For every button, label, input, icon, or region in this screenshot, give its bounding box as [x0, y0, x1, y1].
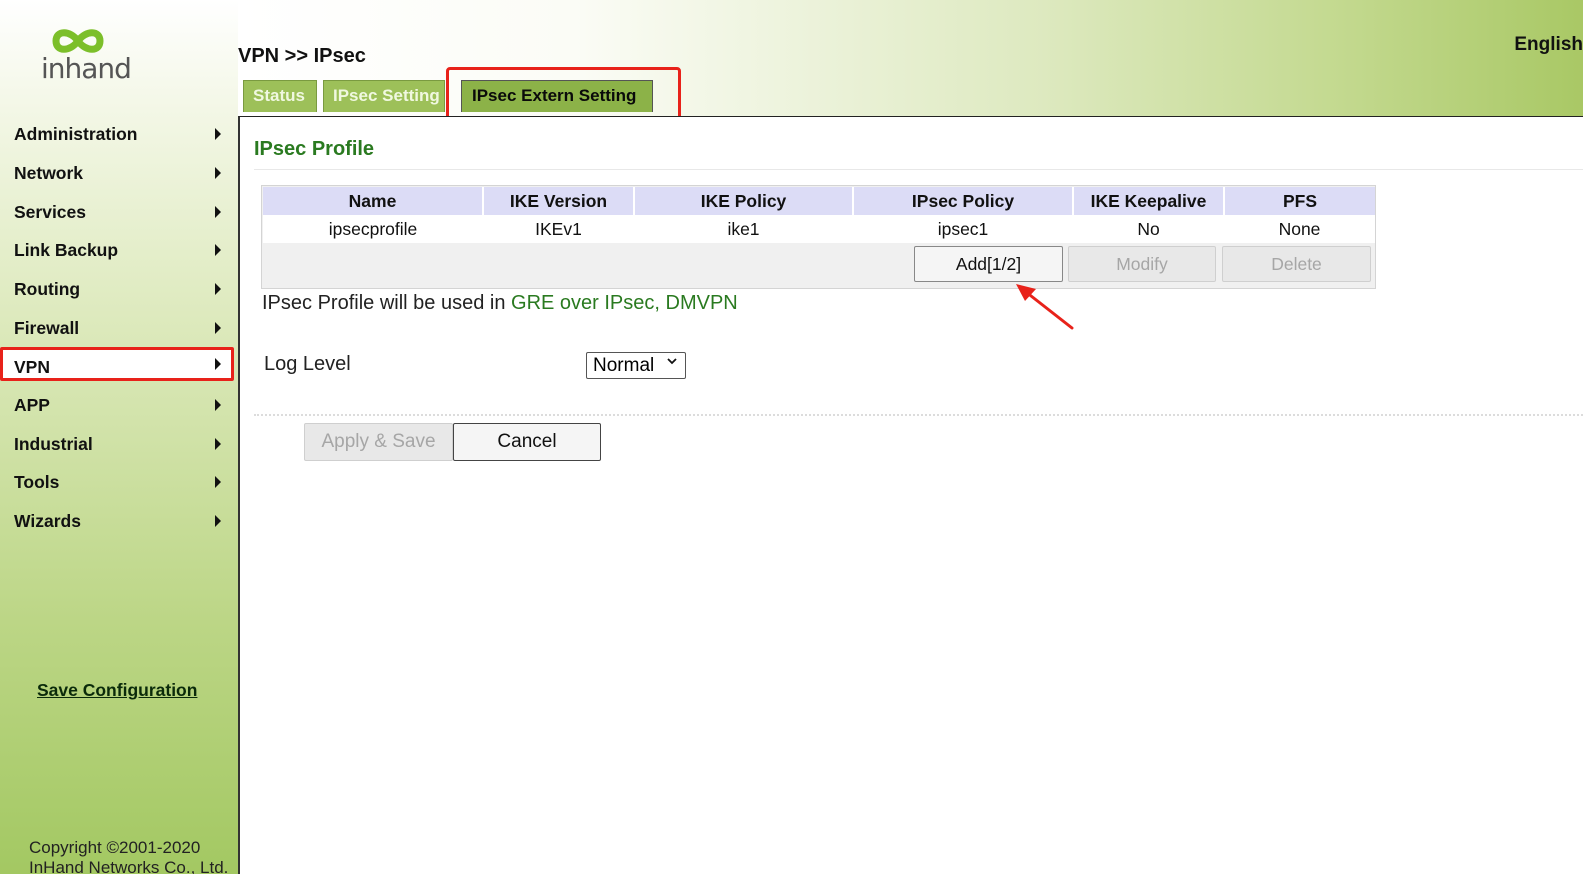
column-header: IKE Keepalive — [1073, 187, 1225, 215]
tab-ipsec-setting[interactable]: IPsec Setting — [323, 80, 445, 112]
sidebar-item-wizards[interactable]: Wizards — [0, 503, 234, 539]
copyright: Copyright ©2001-2020 InHand Networks Co.… — [29, 838, 228, 874]
caret-right-icon — [215, 167, 221, 179]
table-cell: ipsecprofile — [263, 215, 483, 243]
log-level-value: Normal — [593, 355, 655, 376]
caret-right-icon — [215, 438, 221, 450]
apply-save-button[interactable]: Apply & Save — [304, 423, 453, 461]
sidebar-item-label: Network — [14, 163, 84, 183]
table-cell: None — [1224, 215, 1375, 243]
column-header: IPsec Policy — [853, 187, 1074, 215]
column-header: Name — [263, 187, 484, 215]
column-header: IKE Policy — [634, 187, 854, 215]
table-cell: No — [1073, 215, 1224, 243]
language-selector[interactable]: English — [1514, 34, 1583, 56]
sidebar-item-label: Link Backup — [14, 240, 119, 260]
sidebar-item-label: Routing — [14, 279, 81, 299]
sidebar-item-label: Services — [14, 202, 87, 222]
tab-ipsec-extern-setting[interactable]: IPsec Extern Setting — [461, 80, 653, 112]
log-level-label: Log Level — [264, 353, 351, 375]
caret-right-icon — [215, 399, 221, 411]
table-cell: ipsec1 — [853, 215, 1073, 243]
sidebar-item-services[interactable]: Services — [0, 194, 234, 230]
column-header: IKE Version — [483, 187, 635, 215]
sidebar: inhand Administration Network Services L… — [0, 0, 238, 874]
caret-right-icon — [215, 358, 221, 370]
add-button[interactable]: Add[1/2] — [914, 246, 1063, 282]
sidebar-item-label: Wizards — [14, 511, 81, 531]
table-header-row: Name IKE Version IKE Policy IPsec Policy… — [263, 187, 1375, 215]
caret-right-icon — [215, 206, 221, 218]
brand-logo: inhand — [38, 24, 134, 96]
profile-table: Name IKE Version IKE Policy IPsec Policy… — [263, 187, 1375, 243]
column-header: PFS — [1224, 187, 1375, 215]
logo-text: inhand — [41, 52, 132, 85]
sidebar-item-firewall[interactable]: Firewall — [0, 310, 234, 346]
sidebar-item-label: APP — [14, 395, 50, 415]
caret-right-icon — [215, 128, 221, 140]
caret-right-icon — [215, 322, 221, 334]
chevron-down-icon — [667, 358, 677, 365]
divider — [254, 414, 1583, 416]
caret-right-icon — [215, 515, 221, 527]
divider — [254, 169, 1583, 170]
breadcrumb: VPN >> IPsec — [238, 45, 366, 67]
delete-button[interactable]: Delete — [1222, 246, 1371, 282]
caret-right-icon — [215, 476, 221, 488]
caret-right-icon — [215, 244, 221, 256]
caret-right-icon — [215, 283, 221, 295]
sidebar-item-label: Administration — [14, 124, 138, 144]
table-row[interactable]: ipsecprofile IKEv1 ike1 ipsec1 No None — [263, 215, 1375, 243]
sidebar-item-label: Industrial — [14, 434, 93, 454]
modify-button[interactable]: Modify — [1068, 246, 1216, 282]
sidebar-item-tools[interactable]: Tools — [0, 464, 234, 500]
sidebar-item-network[interactable]: Network — [0, 155, 234, 191]
note-links[interactable]: GRE over IPsec, DMVPN — [511, 292, 738, 314]
note-text: IPsec Profile will be used in — [262, 292, 512, 314]
sidebar-item-label: Firewall — [14, 318, 80, 338]
copyright-line: InHand Networks Co., Ltd. — [29, 858, 229, 874]
sidebar-item-label: VPN — [14, 357, 50, 377]
profile-usage-note: IPsec Profile will be used in GRE over I… — [262, 292, 738, 315]
sidebar-item-app[interactable]: APP — [0, 387, 234, 423]
sidebar-item-vpn[interactable]: VPN — [0, 347, 234, 381]
copyright-line: Copyright ©2001-2020 — [29, 838, 201, 857]
table-cell: IKEv1 — [483, 215, 634, 243]
cancel-button[interactable]: Cancel — [453, 423, 601, 461]
tab-status[interactable]: Status — [243, 80, 317, 112]
table-cell: ike1 — [634, 215, 853, 243]
save-configuration-link[interactable]: Save Configuration — [37, 680, 197, 701]
page: inhand Administration Network Services L… — [0, 0, 1583, 874]
sidebar-item-administration[interactable]: Administration — [0, 116, 234, 152]
sidebar-item-routing[interactable]: Routing — [0, 271, 234, 307]
section-title: IPsec Profile — [254, 138, 375, 160]
log-level-select[interactable]: Normal — [586, 352, 686, 379]
sidebar-item-industrial[interactable]: Industrial — [0, 426, 234, 462]
sidebar-item-label: Tools — [14, 472, 60, 492]
sidebar-item-link-backup[interactable]: Link Backup — [0, 232, 234, 268]
